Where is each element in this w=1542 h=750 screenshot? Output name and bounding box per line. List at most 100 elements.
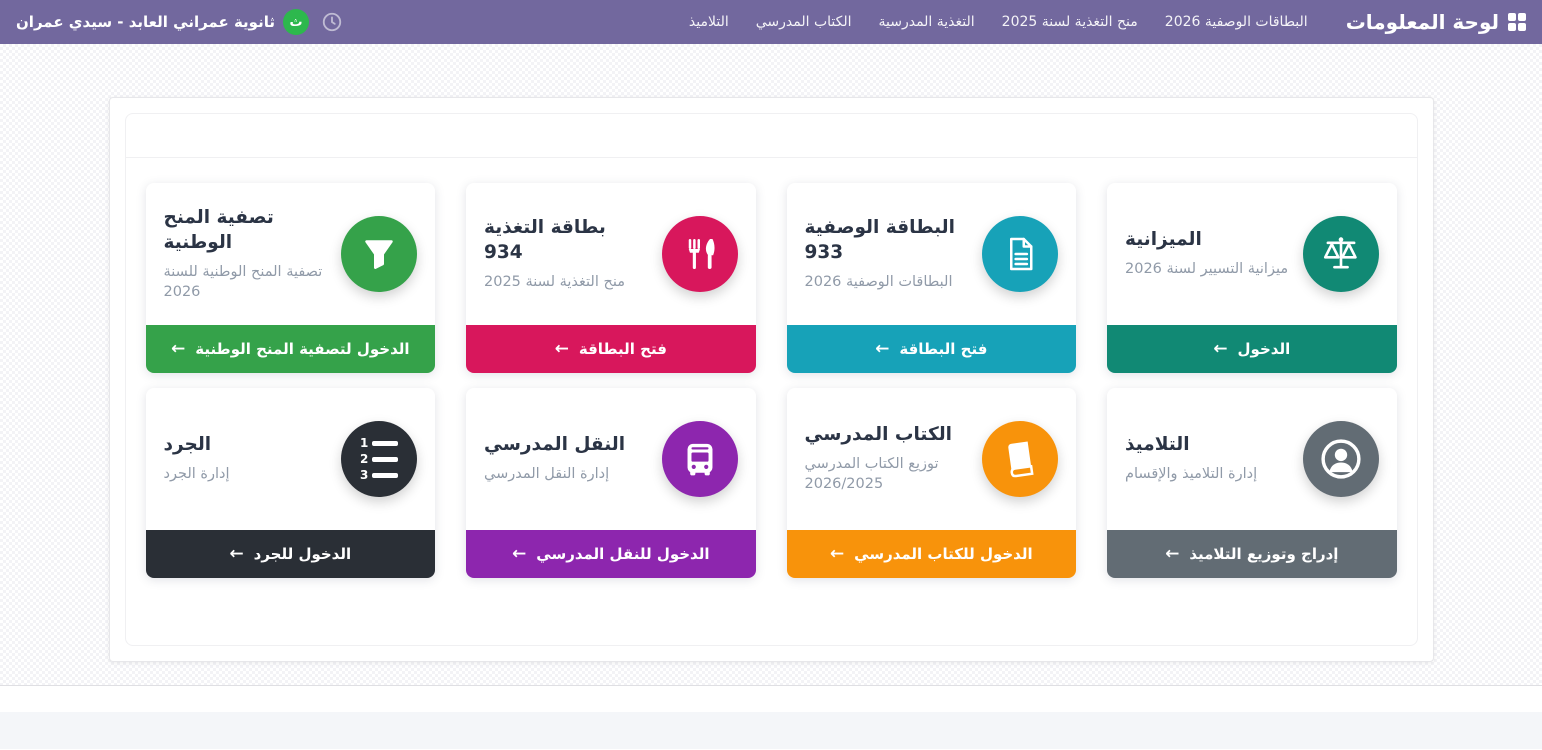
nav-item-students[interactable]: التلاميذ: [689, 14, 729, 30]
card-icon-circle: [982, 216, 1058, 292]
card-action-label: الدخول للكتاب المدرسي: [854, 545, 1032, 563]
book-icon: [997, 436, 1042, 481]
card-action-button[interactable]: الدخول للكتاب المدرسي ←: [787, 530, 1077, 578]
card-title: تصفية المنح الوطنية: [164, 206, 329, 256]
main-panel: الميزانية ميزانية التسيير لسنة 2026 الدخ…: [109, 97, 1434, 662]
card-action-label: فتح البطاقة: [579, 340, 667, 358]
card-text: النقل المدرسي إدارة النقل المدرسي: [484, 433, 649, 484]
card-action-label: الدخول لتصفية المنح الوطنية: [195, 340, 409, 358]
card-body: الكتاب المدرسي توزيع الكتاب المدرسي 2026…: [787, 388, 1077, 530]
card-title: الكتاب المدرسي: [805, 423, 970, 448]
card-school-transport: النقل المدرسي إدارة النقل المدرسي الدخول…: [466, 388, 756, 578]
card-subtitle: إدارة التلاميذ والإقسام: [1125, 464, 1290, 484]
card-icon-circle: [1303, 216, 1379, 292]
user-circle-icon: [1319, 437, 1363, 481]
card-action-button[interactable]: الدخول ←: [1107, 325, 1397, 373]
utensils-icon: [680, 234, 720, 274]
card-body: بطاقة التغذية 934 منح التغذية لسنة 2025: [466, 183, 756, 325]
card-icon-circle: [1303, 421, 1379, 497]
filter-icon: [359, 234, 399, 274]
arrow-left-icon: ←: [171, 339, 185, 359]
card-title: النقل المدرسي: [484, 433, 649, 458]
card-action-button[interactable]: فتح البطاقة ←: [466, 325, 756, 373]
card-title: التلاميذ: [1125, 433, 1290, 458]
arrow-left-icon: ←: [1165, 544, 1179, 564]
card-action-label: إدراج وتوزيع التلاميذ: [1189, 545, 1338, 563]
card-title: بطاقة التغذية 934: [484, 216, 649, 266]
card-title: الميزانية: [1125, 228, 1290, 253]
card-action-button[interactable]: الدخول للنقل المدرسي ←: [466, 530, 756, 578]
dashboard-grid-icon: [1508, 13, 1526, 31]
card-budget: الميزانية ميزانية التسيير لسنة 2026 الدخ…: [1107, 183, 1397, 373]
modules-card: الميزانية ميزانية التسيير لسنة 2026 الدخ…: [125, 113, 1418, 646]
card-icon-circle: [341, 216, 417, 292]
top-navbar: لوحة المعلومات البطاقات الوصفية 2026 منح…: [0, 0, 1542, 44]
navbar-left-cluster: ث ثانوية عمراني العابد - سيدي عمران: [16, 9, 343, 35]
nav-links: البطاقات الوصفية 2026 منح التغذية لسنة 2…: [689, 14, 1308, 30]
card-national-grants-filter: تصفية المنح الوطنية تصفية المنح الوطنية …: [146, 183, 436, 373]
card-action-button[interactable]: الدخول للجرد ←: [146, 530, 436, 578]
page-background: الميزانية ميزانية التسيير لسنة 2026 الدخ…: [0, 44, 1542, 686]
card-action-button[interactable]: الدخول لتصفية المنح الوطنية ←: [146, 325, 436, 373]
card-action-button[interactable]: فتح البطاقة ←: [787, 325, 1077, 373]
nav-item-feeding-grants[interactable]: منح التغذية لسنة 2025: [1002, 14, 1138, 30]
card-subtitle: منح التغذية لسنة 2025: [484, 272, 649, 292]
arrow-left-icon: ←: [830, 544, 844, 564]
card-text: بطاقة التغذية 934 منح التغذية لسنة 2025: [484, 216, 649, 292]
card-text: الكتاب المدرسي توزيع الكتاب المدرسي 2026…: [805, 423, 970, 495]
arrow-left-icon: ←: [1213, 339, 1227, 359]
footer-gray-strip: [0, 712, 1542, 749]
card-school-book: الكتاب المدرسي توزيع الكتاب المدرسي 2026…: [787, 388, 1077, 578]
card-body: الميزانية ميزانية التسيير لسنة 2026: [1107, 183, 1397, 325]
modules-grid: الميزانية ميزانية التسيير لسنة 2026 الدخ…: [126, 158, 1417, 603]
balance-scale-icon: [1320, 233, 1362, 275]
card-action-button[interactable]: إدراج وتوزيع التلاميذ ←: [1107, 530, 1397, 578]
arrow-left-icon: ←: [229, 544, 243, 564]
brand[interactable]: لوحة المعلومات: [1346, 10, 1526, 34]
card-text: الجرد إدارة الجرد: [164, 433, 329, 484]
card-body: 1 2 3 الجرد إدارة الجرد: [146, 388, 436, 530]
card-inventory: 1 2 3 الجرد إدارة الجرد الدخول للجرد ←: [146, 388, 436, 578]
brand-label: لوحة المعلومات: [1346, 10, 1499, 34]
card-subtitle: إدارة النقل المدرسي: [484, 464, 649, 484]
card-text: تصفية المنح الوطنية تصفية المنح الوطنية …: [164, 206, 329, 303]
card-descriptive-933: البطاقة الوصفية 933 البطاقات الوصفية 202…: [787, 183, 1077, 373]
document-icon: [1000, 234, 1040, 274]
card-subtitle: تصفية المنح الوطنية للسنة 2026: [164, 262, 329, 303]
clock-icon[interactable]: [321, 11, 343, 33]
card-title: الجرد: [164, 433, 329, 458]
card-text: البطاقة الوصفية 933 البطاقات الوصفية 202…: [805, 216, 970, 292]
card-icon-circle: [662, 421, 738, 497]
card-icon-circle: 1 2 3: [341, 421, 417, 497]
card-body: البطاقة الوصفية 933 البطاقات الوصفية 202…: [787, 183, 1077, 325]
school-selector[interactable]: ث ثانوية عمراني العابد - سيدي عمران: [16, 9, 309, 35]
card-icon-circle: [662, 216, 738, 292]
school-name: ثانوية عمراني العابد - سيدي عمران: [16, 13, 275, 31]
footer-white-strip: [0, 686, 1542, 712]
card-text: الميزانية ميزانية التسيير لسنة 2026: [1125, 228, 1290, 279]
card-feeding-934: بطاقة التغذية 934 منح التغذية لسنة 2025 …: [466, 183, 756, 373]
card-subtitle: ميزانية التسيير لسنة 2026: [1125, 259, 1290, 279]
bus-icon: [679, 438, 721, 480]
nav-item-school-book[interactable]: الكتاب المدرسي: [756, 14, 852, 30]
modules-card-header: [126, 114, 1417, 158]
card-body: التلاميذ إدارة التلاميذ والإقسام: [1107, 388, 1397, 530]
nav-item-descriptive-cards[interactable]: البطاقات الوصفية 2026: [1165, 14, 1308, 30]
card-subtitle: البطاقات الوصفية 2026: [805, 272, 970, 292]
card-students: التلاميذ إدارة التلاميذ والإقسام إدراج و…: [1107, 388, 1397, 578]
card-body: النقل المدرسي إدارة النقل المدرسي: [466, 388, 756, 530]
card-text: التلاميذ إدارة التلاميذ والإقسام: [1125, 433, 1290, 484]
card-action-label: الدخول للنقل المدرسي: [536, 545, 709, 563]
card-action-label: الدخول: [1238, 340, 1291, 358]
school-badge: ث: [283, 9, 309, 35]
card-action-label: فتح البطاقة: [899, 340, 987, 358]
arrow-left-icon: ←: [875, 339, 889, 359]
arrow-left-icon: ←: [512, 544, 526, 564]
card-icon-circle: [982, 421, 1058, 497]
card-title: البطاقة الوصفية 933: [805, 216, 970, 266]
nav-item-school-feeding[interactable]: التغذية المدرسية: [879, 14, 975, 30]
numbered-list-icon: 1 2 3: [360, 437, 398, 481]
card-body: تصفية المنح الوطنية تصفية المنح الوطنية …: [146, 183, 436, 325]
card-action-label: الدخول للجرد: [254, 545, 352, 563]
arrow-left-icon: ←: [555, 339, 569, 359]
